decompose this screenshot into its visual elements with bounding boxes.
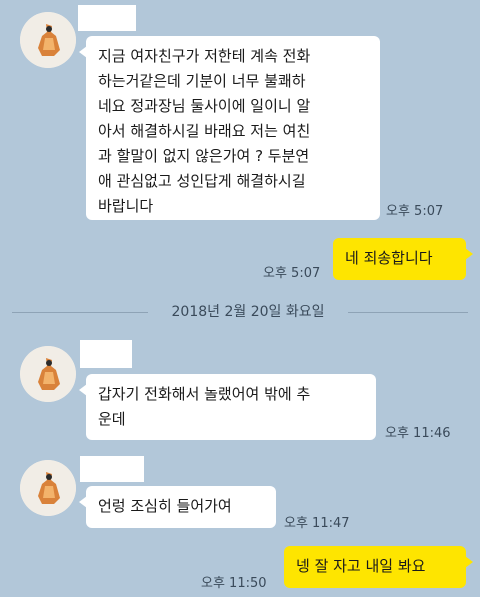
message-bubble[interactable]: 언렁 조심히 들어가여 [79,486,276,528]
sender-name-hidden [78,5,136,31]
message-time: 오후 11:47 [284,516,350,531]
message-bubble[interactable]: 지금 여자친구가 저한테 계속 전화 하는거같은데 기분이 너무 불쾌하 네요 … [79,36,380,220]
message-bubble[interactable]: 갑자기 전화해서 놀랬어여 밖에 추 운데 [79,374,376,440]
divider-line [348,312,468,313]
profile-avatar[interactable] [20,12,76,68]
message-time: 오후 11:50 [201,576,267,591]
my-message-bubble[interactable]: 넹 잘 자고 내일 봐요 [284,546,473,588]
divider-line [12,312,148,313]
sender-name-hidden [80,456,144,482]
message-time: 오후 5:07 [263,266,321,281]
message-time: 오후 5:07 [386,204,444,219]
profile-avatar-image [20,460,76,516]
profile-avatar[interactable] [20,346,76,402]
profile-avatar-image [20,12,76,68]
my-message-bubble[interactable]: 네 죄송합니다 [333,238,473,280]
profile-avatar-image [20,346,76,402]
message-time: 오후 11:46 [385,426,451,441]
date-divider: 2018년 2월 20일 화요일 [0,300,480,324]
date-divider-label: 2018년 2월 20일 화요일 [171,304,325,320]
sender-name-hidden [80,340,132,368]
profile-avatar[interactable] [20,460,76,516]
